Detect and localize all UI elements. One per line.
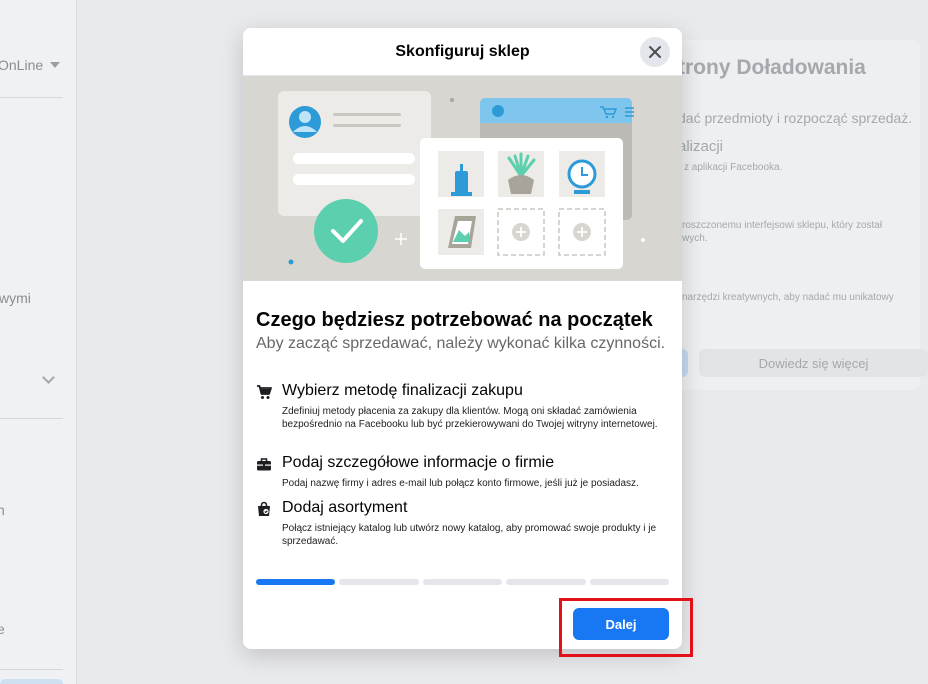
card-text: roszczonemu interfejsowi sklepu, który z… <box>682 220 883 231</box>
setup-shop-dialog: Skonfiguruj sklep Czego będziesz potrzeb… <box>243 28 682 649</box>
step-title: Wybierz metodę finalizacji zakupu <box>282 382 523 399</box>
card-text: narzędzi kreatywnych, aby nadać mu unika… <box>682 292 894 303</box>
close-icon <box>649 46 661 58</box>
cart-icon <box>257 385 272 399</box>
progress-segment <box>339 579 419 585</box>
sidebar: OnLine wymi n e <box>0 0 77 684</box>
step-title: Dodaj asortyment <box>282 499 408 516</box>
sidebar-item[interactable]: wymi <box>0 290 31 306</box>
section-heading: Czego będziesz potrzebować na początek <box>256 309 653 331</box>
account-selector-label[interactable]: OnLine <box>0 57 43 73</box>
briefcase-icon <box>257 458 271 471</box>
step-description: Połącz istniejący katalog lub utwórz now… <box>282 523 657 547</box>
sidebar-divider <box>0 669 63 670</box>
card-text: z aplikacji Facebooka. <box>684 162 783 173</box>
chevron-down-icon[interactable] <box>42 371 55 384</box>
sidebar-button[interactable] <box>0 679 63 684</box>
sidebar-divider <box>0 418 63 419</box>
progress-segment <box>256 579 336 585</box>
step-progress-bar <box>256 579 670 585</box>
progress-segment <box>422 579 503 585</box>
card-subtitle: alizacji <box>678 138 724 155</box>
shopping-bag-icon <box>258 501 270 516</box>
caret-down-icon[interactable] <box>50 62 60 68</box>
dialog-header: Skonfiguruj sklep <box>243 28 682 76</box>
highlight-box <box>559 598 693 657</box>
sidebar-divider <box>0 97 63 98</box>
card-text: wych. <box>682 233 708 244</box>
close-button[interactable] <box>640 37 670 67</box>
progress-segment <box>589 579 670 585</box>
sidebar-item[interactable]: e <box>0 621 5 637</box>
dialog-title: Skonfiguruj sklep <box>395 42 530 60</box>
progress-segment <box>506 579 586 585</box>
step-title: Podaj szczegółowe informacje o firmie <box>282 454 555 471</box>
learn-more-button[interactable]: Dowiedz się więcej <box>699 349 928 377</box>
card-title: trony Doładowania <box>678 56 866 79</box>
section-subheading: Aby zacząć sprzedawać, należy wykonać ki… <box>256 335 666 352</box>
step-description: Zdefiniuj metody płacenia za zakupy dla … <box>282 406 658 430</box>
sidebar-item[interactable]: n <box>0 502 5 518</box>
shop-setup-illustration <box>243 76 682 281</box>
card-text: dać przedmioty i rozpocząć sprzedaż. <box>678 110 913 126</box>
step-description: Podaj nazwę firmy i adres e-mail lub poł… <box>282 478 639 489</box>
